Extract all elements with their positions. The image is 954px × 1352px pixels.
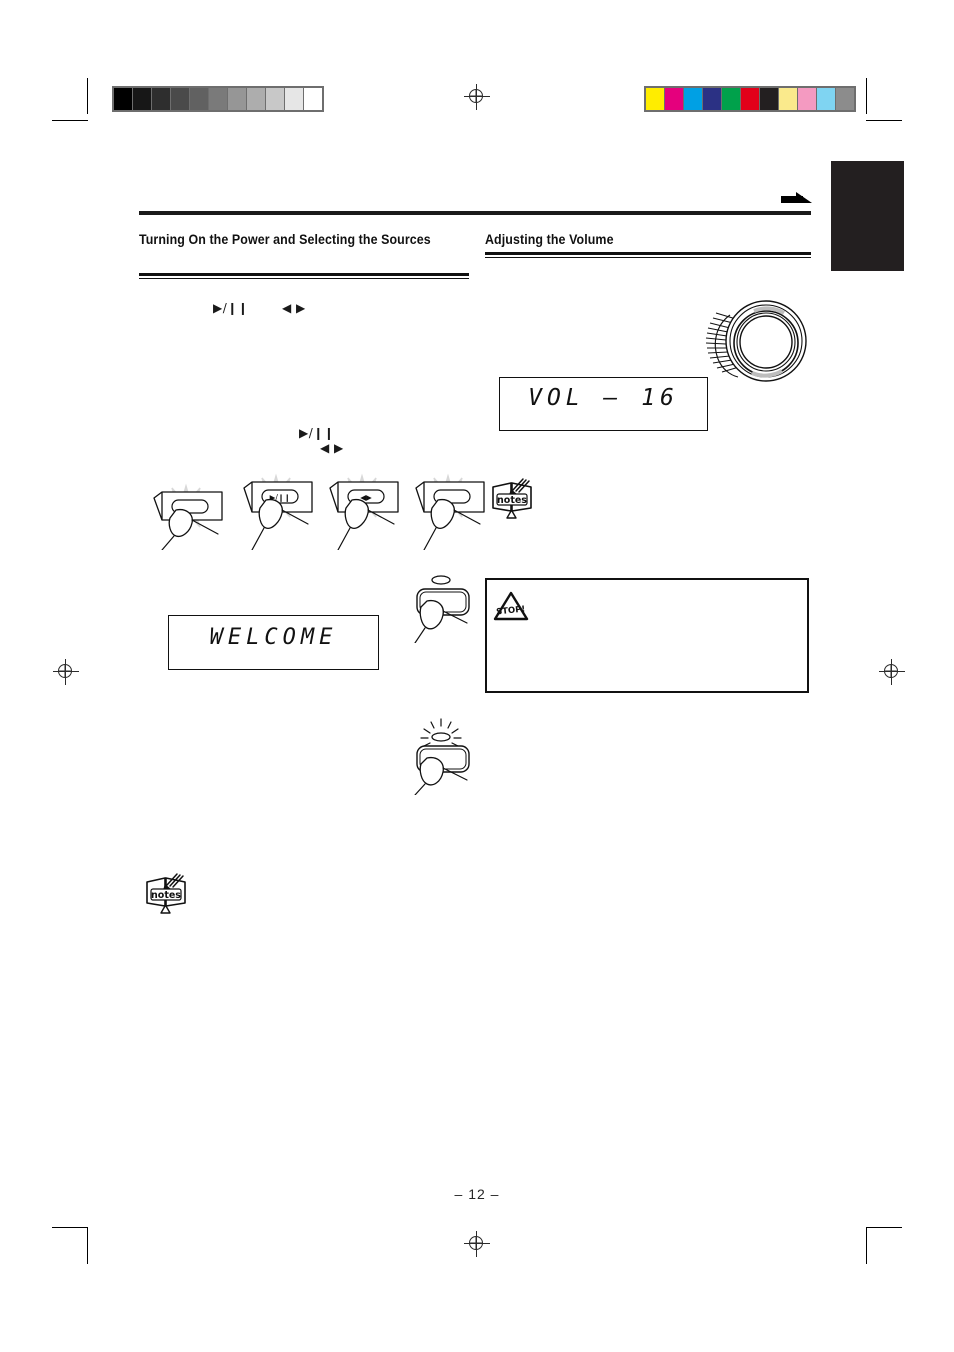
lcd-welcome-text: WELCOME: [209, 625, 338, 650]
grayscale-swatch-1: [133, 88, 151, 110]
crop-mark-bottom-left-h: [52, 1227, 88, 1228]
notes-icon-left-label: notes: [151, 890, 181, 901]
grayscale-swatch-5: [209, 88, 227, 110]
section-rule-left: [139, 273, 469, 279]
notes-icon-left: notes: [143, 872, 189, 919]
notes-icon-right: notes: [489, 477, 535, 524]
lcd-welcome-display: WELCOME: [168, 615, 379, 670]
section-title-left: Turning On the Power and Selecting the S…: [139, 232, 431, 247]
press-standby-button-lit: [405, 715, 489, 795]
color-swatch-8: [798, 88, 816, 110]
registration-target-bottom: [464, 1231, 490, 1257]
grayscale-swatch-0: [114, 88, 132, 110]
color-swatch-4: [722, 88, 740, 110]
volume-control-knob[interactable]: [694, 297, 818, 388]
grayscale-swatch-4: [190, 88, 208, 110]
registration-target-right: [879, 659, 905, 685]
caution-box: [485, 578, 809, 693]
notes-icon-right-label: notes: [497, 495, 527, 506]
stop-caution-icon: STOP!: [491, 589, 531, 628]
transport-glyph-play-pause-1: ▶/❙❙: [213, 301, 249, 315]
color-swatch-10: [836, 88, 854, 110]
crop-mark-top-left-v: [87, 78, 88, 114]
grayscale-swatch-9: [285, 88, 303, 110]
continued-arrow-head: [796, 192, 812, 203]
press-button-3: ◀▶: [312, 472, 404, 550]
crop-mark-top-left-h: [52, 120, 88, 121]
color-swatch-7: [779, 88, 797, 110]
color-swatch-3: [703, 88, 721, 110]
color-swatch-1: [665, 88, 683, 110]
color-swatch-2: [684, 88, 702, 110]
transport-glyph-play-pause-2: ▶/❙❙: [299, 426, 335, 440]
crop-mark-top-right-h: [866, 120, 902, 121]
crop-mark-bottom-right-h: [866, 1227, 902, 1228]
press-button-4: [398, 472, 490, 550]
press-button-2: ▶/❙❙: [226, 472, 318, 550]
crop-mark-bottom-left-v: [87, 1228, 88, 1264]
section-rule-right: [485, 252, 811, 258]
header-rule: [139, 211, 811, 215]
grayscale-calibration-bar: [112, 86, 324, 112]
press-button-1: [142, 478, 234, 550]
chapter-thumb-tab: [831, 161, 904, 271]
transport-glyph-skip-1: ◀ ▶: [282, 301, 306, 315]
grayscale-swatch-7: [247, 88, 265, 110]
section-title-right: Adjusting the Volume: [485, 232, 614, 247]
grayscale-swatch-10: [304, 88, 322, 110]
crop-mark-top-right-v: [866, 78, 867, 114]
grayscale-swatch-3: [171, 88, 189, 110]
color-swatch-6: [760, 88, 778, 110]
lcd-volume-display: VOL – 16: [499, 377, 708, 431]
color-calibration-bar: [644, 86, 856, 112]
color-swatch-0: [646, 88, 664, 110]
page-number: – 12 –: [454, 1186, 500, 1202]
grayscale-swatch-2: [152, 88, 170, 110]
press-standby-button-unlit: [409, 573, 487, 643]
color-swatch-9: [817, 88, 835, 110]
registration-target-top: [464, 84, 490, 110]
grayscale-swatch-8: [266, 88, 284, 110]
lcd-volume-text: VOL – 16: [528, 385, 679, 411]
transport-glyph-skip-2: ◀ ▶: [320, 441, 344, 455]
manual-page: Turning On the Power and Selecting the S…: [0, 0, 954, 1352]
grayscale-swatch-6: [228, 88, 246, 110]
crop-mark-bottom-right-v: [866, 1228, 867, 1264]
color-swatch-5: [741, 88, 759, 110]
registration-target-left: [53, 659, 79, 685]
